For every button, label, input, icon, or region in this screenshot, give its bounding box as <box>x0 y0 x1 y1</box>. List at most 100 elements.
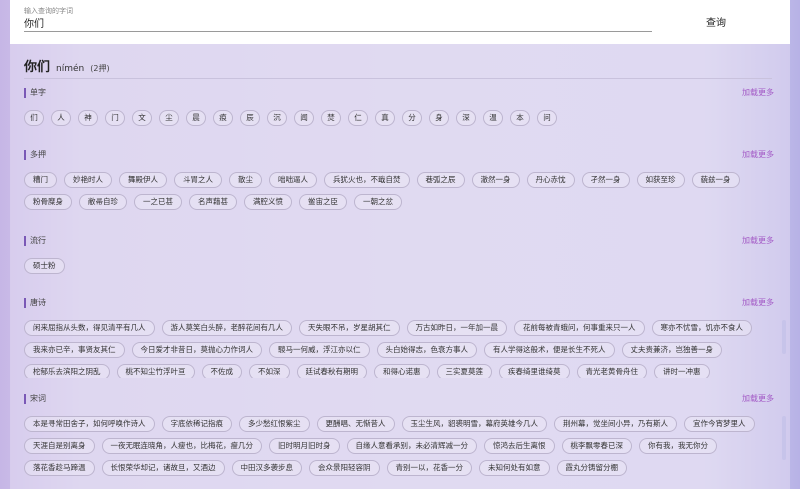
rhyme-chip[interactable]: 痕 <box>213 110 233 126</box>
rhyme-chip[interactable]: 疾春绮里谁绮莫 <box>499 364 570 378</box>
search-button[interactable]: 查询 <box>694 12 738 30</box>
rhyme-chip[interactable]: 孑然一身 <box>581 172 630 188</box>
rhyme-chip[interactable]: 粉骨糜身 <box>24 194 72 210</box>
rhyme-chip[interactable]: 门 <box>105 110 125 126</box>
rhyme-chip[interactable]: 温 <box>483 110 503 126</box>
rhyme-chip[interactable]: 兵犹火也，不戢自焚 <box>324 172 410 188</box>
section-3: 唐诗 加载更多 闲来屈指从头数，得见清平有几人 游人莫笑白头醉，老醉花间有几人 天失眼不… <box>24 298 774 378</box>
rhyme-chip[interactable]: 天涯自是别离身 <box>24 438 95 454</box>
load-more-link[interactable]: 加载更多 <box>742 297 774 308</box>
rhyme-chip[interactable]: 焚 <box>321 110 341 126</box>
rhyme-chip[interactable]: 未知何处有如意 <box>479 460 550 476</box>
section-scrollbar[interactable] <box>782 416 786 460</box>
rhyme-chip[interactable]: 一夜无眠连晓角，人瘦也，比梅花，瘦几分 <box>101 438 262 454</box>
rhyme-chip[interactable]: 中田汉多袭步息 <box>231 460 302 476</box>
rhyme-chip[interactable]: 糟门 <box>24 172 57 188</box>
rhyme-chip[interactable]: 和得心诺惠 <box>374 364 430 378</box>
section-4: 宋词 加载更多 本是寻常田舍子，如何呼唤作诗人 字底依稀记指痕 多少愁红恨紫尘 更酬唱、无… <box>24 394 774 485</box>
rhyme-chip[interactable]: 如获至珍 <box>636 172 685 188</box>
rhyme-chip[interactable]: 游人莫笑白头醉，老醉花间有几人 <box>161 320 292 336</box>
rhyme-chip[interactable]: 宜作今宵梦里人 <box>684 416 755 432</box>
rhyme-chip[interactable]: 自缘人意看承别，未必清辉减一分 <box>346 438 477 454</box>
load-more-link[interactable]: 加载更多 <box>742 149 774 160</box>
rhyme-chip[interactable]: 满腔义愤 <box>244 194 292 210</box>
rhyme-chip[interactable]: 青别一以，花香一分 <box>386 460 472 476</box>
section-0: 单字 加载更多们人神门文尘晨痕辰沉闻焚仁真分身深温本问 <box>24 88 774 126</box>
rhyme-chip[interactable]: 头白始得志，色衰方事人 <box>376 342 477 358</box>
rhyme-chip[interactable]: 长恨荣华却记，诸故旦，又酒边 <box>101 460 225 476</box>
rhyme-chip[interactable]: 问 <box>537 110 557 126</box>
rhyme-chip[interactable]: 多少愁红恨紫尘 <box>239 416 310 432</box>
rhyme-chip[interactable]: 咄咄逼人 <box>269 172 317 188</box>
rhyme-chip[interactable]: 巷弧之辰 <box>416 172 465 188</box>
rhyme-chip[interactable]: 讲时一冲惠 <box>654 364 710 378</box>
rhyme-chip[interactable]: 騣马一何威，浮江亦以仁 <box>269 342 370 358</box>
rhyme-chip[interactable]: 天失眼不吊，岁星胡其仁 <box>299 320 400 336</box>
rhyme-chip[interactable]: 神 <box>78 110 98 126</box>
rhyme-chip[interactable]: 文 <box>132 110 152 126</box>
rhyme-chip[interactable]: 字底依稀记指痕 <box>161 416 232 432</box>
rhyme-chip[interactable]: 玉尘生风，貂裘明雪，幕府英雄今几人 <box>401 416 547 432</box>
rhyme-chip[interactable]: 藐兹一身 <box>691 172 740 188</box>
rhyme-chip[interactable]: 今日爱才非昔日，莫抛心力作词人 <box>131 342 262 358</box>
rhyme-chip[interactable]: 分 <box>402 110 422 126</box>
rhyme-chip[interactable]: 闻 <box>294 110 314 126</box>
rhyme-chip[interactable]: 三实夏莫莲 <box>436 364 492 378</box>
rhyme-chip[interactable]: 沉 <box>267 110 287 126</box>
rhyme-chip[interactable]: 寒亦不忧雪，饥亦不食人 <box>651 320 752 336</box>
rhyme-chip[interactable]: 丈夫贵兼济，岂独善一身 <box>621 342 722 358</box>
rhyme-chip[interactable]: 不佐成 <box>201 364 242 378</box>
rhyme-chip[interactable]: 辰 <box>240 110 260 126</box>
rhyme-chip[interactable]: 你有我，我无你分 <box>639 438 717 454</box>
rhyme-chip[interactable]: 舞殿伊人 <box>119 172 167 188</box>
rhyme-chip[interactable]: 本 <box>510 110 530 126</box>
load-more-link[interactable]: 加载更多 <box>742 235 774 246</box>
results-panel: 你们 nímén (2押) 单字 加载更多们人神门文尘晨痕辰沉闻焚仁真分身深温本问… <box>10 44 790 489</box>
rhyme-chip[interactable]: 更酬唱、无惭昔人 <box>316 416 395 432</box>
search-bar: 输入查询的字词 查询 <box>10 0 790 44</box>
rhyme-chip[interactable]: 桃不知尘竹浮叶亘 <box>116 364 195 378</box>
rhyme-chip[interactable]: 一朝之忿 <box>354 194 402 210</box>
rhyme-chip[interactable]: 深 <box>456 110 476 126</box>
rhyme-chip[interactable]: 青光老黄骨舟住 <box>576 364 647 378</box>
rhyme-chip[interactable]: 散尘 <box>229 172 262 188</box>
rhyme-chip[interactable]: 荆州幕，觉坐间小异，乃有斯人 <box>554 416 677 432</box>
rhyme-chip[interactable]: 会众景阳轻容阴 <box>309 460 380 476</box>
rhyme-chip[interactable]: 柁郁乐去滨阳之阴乱 <box>24 364 110 378</box>
rhyme-chip[interactable]: 本是寻常田舍子，如何呼唤作诗人 <box>24 416 155 432</box>
section-title: 多押 <box>24 150 774 160</box>
rhyme-chip[interactable]: 尘 <box>159 110 179 126</box>
rhyme-chip[interactable]: 妙艳时人 <box>64 172 112 188</box>
rhyme-chip[interactable]: 丹心赤忱 <box>526 172 575 188</box>
rhyme-chip[interactable]: 有人学得这般术，便是长生不死人 <box>484 342 615 358</box>
section-scrollbar[interactable] <box>782 320 786 354</box>
rhyme-chip[interactable]: 廷试春秋有期明 <box>296 364 367 378</box>
rhyme-chip[interactable]: 真 <box>375 110 395 126</box>
search-input[interactable] <box>24 14 652 32</box>
rhyme-chip[interactable]: 名声藉甚 <box>189 194 237 210</box>
rhyme-chip[interactable]: 仁 <box>348 110 368 126</box>
rhyme-chip[interactable]: 硕士粉 <box>24 258 65 274</box>
rhyme-chip[interactable]: 落花香趁马蹄温 <box>24 460 95 476</box>
rhyme-chip[interactable]: 不如深 <box>249 364 290 378</box>
header-divider <box>24 78 772 79</box>
rhyme-chip[interactable]: 敝帚自珍 <box>79 194 127 210</box>
rhyme-chip[interactable]: 鲎宙之臣 <box>299 194 347 210</box>
rhyme-chip[interactable]: 身 <box>429 110 449 126</box>
rhyme-chip[interactable]: 万古如昨日，一年加一晨 <box>406 320 507 336</box>
rhyme-chip[interactable]: 人 <box>51 110 71 126</box>
rhyme-chip[interactable]: 旧时明月旧时身 <box>269 438 340 454</box>
rhyme-chip[interactable]: 闲来屈指从头数，得见清平有几人 <box>24 320 155 336</box>
rhyme-chip[interactable]: 们 <box>24 110 44 126</box>
rhyme-chip[interactable]: 花前每被青蛾问，何事重来只一人 <box>514 320 645 336</box>
rhyme-chip[interactable]: 澈然一身 <box>471 172 520 188</box>
load-more-link[interactable]: 加载更多 <box>742 87 774 98</box>
rhyme-chip[interactable]: 一之已甚 <box>134 194 182 210</box>
rhyme-chip[interactable]: 惊鸿去后生离恨 <box>484 438 555 454</box>
rhyme-chip[interactable]: 霞丸分铸留分棚 <box>556 460 627 476</box>
rhyme-chip[interactable]: 桃李飘零春已深 <box>561 438 632 454</box>
rhyme-chip[interactable]: 晨 <box>186 110 206 126</box>
rhyme-chip[interactable]: 我来亦已辛，事贤友其仁 <box>24 342 125 358</box>
load-more-link[interactable]: 加载更多 <box>742 393 774 404</box>
rhyme-chip[interactable]: 斗胃之人 <box>174 172 222 188</box>
